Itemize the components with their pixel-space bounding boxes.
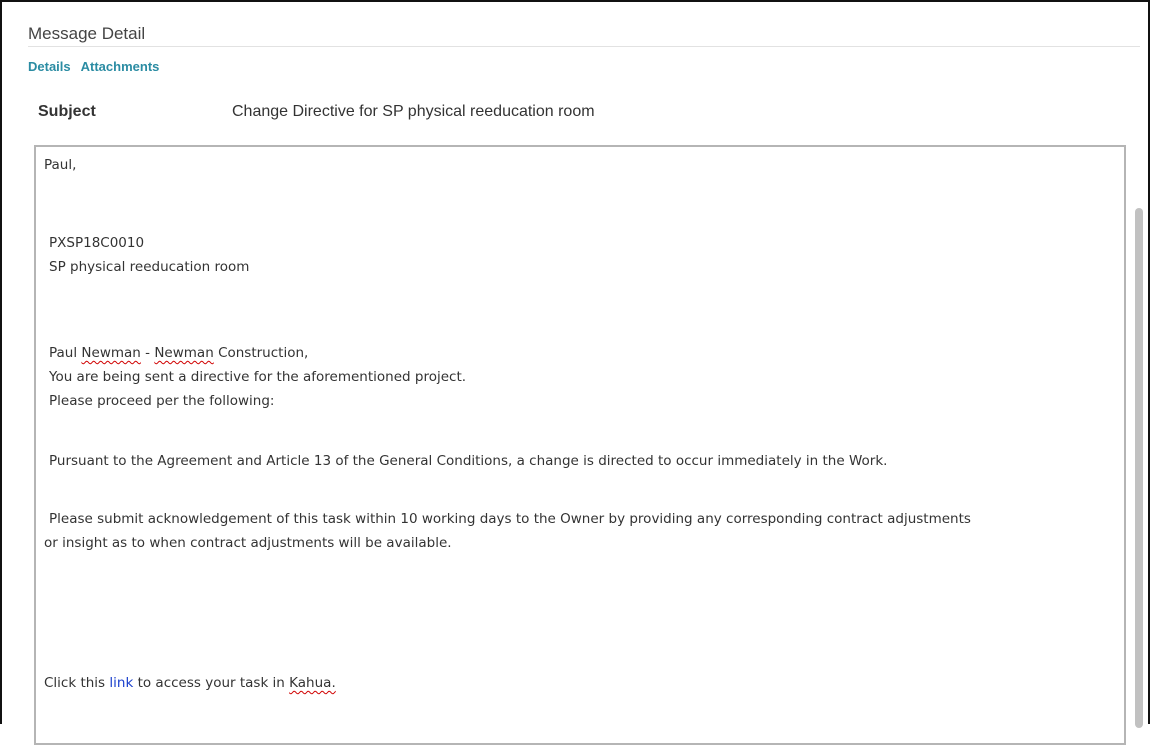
recipient-line: Paul Newman - Newman Construction, [49, 345, 308, 361]
click-suffix: to access your task in [137, 675, 285, 691]
project-name: SP physical reeducation room [49, 259, 250, 275]
recipient-first-name: Paul [49, 345, 78, 361]
click-prefix: Click this [44, 675, 106, 691]
header-divider [28, 46, 1140, 47]
app-name: Kahua. [289, 675, 336, 691]
task-link[interactable]: link [109, 675, 133, 691]
tab-details[interactable]: Details [28, 59, 71, 74]
company-rest: Construction, [218, 345, 309, 361]
scrollbar-thumb[interactable] [1135, 208, 1143, 728]
click-line: Click this link to access your task in K… [44, 675, 336, 691]
greeting: Paul, [44, 157, 77, 173]
tab-attachments[interactable]: Attachments [81, 59, 160, 74]
recipient-last-name: Newman [81, 345, 141, 361]
subject-value: Change Directive for SP physical reeduca… [232, 103, 595, 120]
page-title: Message Detail [28, 24, 146, 43]
project-code: PXSP18C0010 [49, 235, 145, 251]
submit-line-1: Please submit acknowledgement of this ta… [49, 511, 971, 527]
directive-line: You are being sent a directive for the a… [49, 369, 467, 385]
company-first-name: Newman [154, 345, 214, 361]
submit-line-2: or insight as to when contract adjustmen… [44, 535, 452, 551]
pursuant-line: Pursuant to the Agreement and Article 13… [49, 453, 888, 469]
recipient-dash: - [145, 345, 151, 361]
detail-tabs: Details Attachments [28, 59, 159, 74]
subject-label: Subject [38, 103, 96, 120]
proceed-line: Please proceed per the following: [49, 393, 275, 409]
message-body[interactable]: Paul, PXSP18C0010 SP physical reeducatio… [34, 145, 1126, 745]
